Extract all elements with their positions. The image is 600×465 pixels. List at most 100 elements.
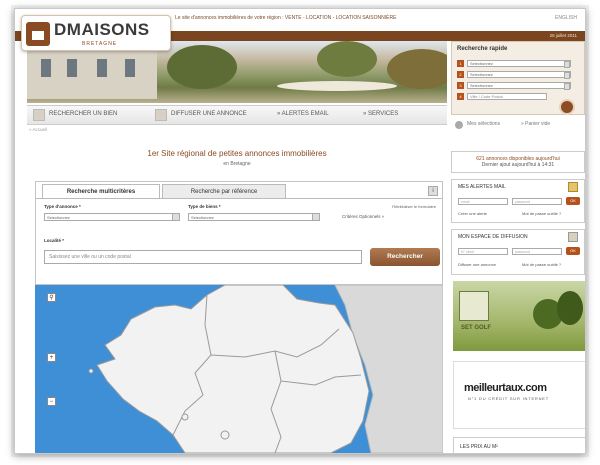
- meilleurtaux-logo-text: meilleurtaux.com: [464, 382, 547, 394]
- search-house-icon: [33, 109, 45, 121]
- region-map[interactable]: ⚲ + −: [35, 285, 443, 453]
- quick-search-row: 4 Ville / Code Postal: [457, 93, 579, 100]
- breadcrumb[interactable]: » Accueil: [29, 127, 47, 132]
- tab-multicriteres[interactable]: Recherche multicritères: [42, 184, 160, 198]
- meilleurtaux-ad[interactable]: meilleurtaux.com N°1 DU CRÉDIT SUR INTER…: [453, 361, 585, 429]
- browser-frame: Le site d'annonces immobilières de votre…: [14, 8, 586, 454]
- info-icon[interactable]: i: [428, 186, 438, 196]
- star-icon: [455, 121, 463, 129]
- nav-services[interactable]: » SERVICES: [363, 111, 398, 117]
- island: [220, 430, 230, 440]
- forgot-password-link[interactable]: Mot de passe oublié ?: [522, 262, 561, 267]
- alert-password-input[interactable]: password: [512, 198, 562, 205]
- quick-search-select[interactable]: Selectionnez: [467, 60, 571, 68]
- step-number: 3: [457, 82, 464, 89]
- quick-search-select[interactable]: Selectionnez: [467, 71, 571, 79]
- diffusion-space-box: Mon espace de diffusion N° client passwo…: [451, 229, 585, 275]
- label-type-bien: Type de biens *: [188, 204, 221, 209]
- language-link[interactable]: ENGLISH: [555, 15, 577, 21]
- email-alerts-box: Mes alertes mail email password OK Créer…: [451, 179, 585, 223]
- golf-ad-banner[interactable]: SET GOLF: [453, 281, 585, 351]
- create-alert-link[interactable]: Créer une alerte: [458, 211, 487, 216]
- last-update: Dernier ajout aujourd'hui à 14:31: [481, 162, 555, 168]
- tab-divider: [36, 198, 442, 199]
- site-logo[interactable]: DMAISONS BRETAGNE: [21, 15, 171, 51]
- quick-search-row: 2 Selectionnez: [457, 71, 579, 79]
- banner-tree: [167, 45, 237, 89]
- alerts-title: Mes alertes mail: [458, 184, 506, 190]
- site-tagline: Le site d'annonces immobilières de votre…: [175, 15, 397, 21]
- megaphone-icon: [155, 109, 167, 121]
- type-bien-select[interactable]: Selectionnez: [188, 213, 320, 221]
- quick-search-go-button[interactable]: [559, 99, 575, 115]
- select-value: Selectionnez: [470, 72, 493, 77]
- type-annonce-select[interactable]: Selectionnez: [44, 213, 180, 221]
- mes-selections-link[interactable]: Mes sélections: [467, 121, 500, 127]
- step-number: 2: [457, 71, 464, 78]
- island: [88, 368, 94, 374]
- label-localite: Localité *: [44, 238, 65, 243]
- client-number-input[interactable]: N° client: [458, 248, 508, 255]
- diffusion-password-input[interactable]: password: [512, 248, 562, 255]
- quick-search-row: 3 Selectionnez: [457, 82, 579, 90]
- quick-search-row: 1 Selectionnez: [457, 60, 579, 68]
- step-number: 1: [457, 60, 464, 67]
- mail-icon: [568, 182, 578, 192]
- select-value: Selectionnez: [191, 215, 214, 220]
- reset-form-link[interactable]: Réinitialiser le formulaire: [392, 204, 436, 209]
- alert-ok-button[interactable]: OK: [566, 197, 580, 205]
- localite-input[interactable]: Saisissez une ville ou un code postal: [44, 250, 362, 264]
- select-value: Selectionnez: [47, 215, 70, 220]
- forgot-password-link[interactable]: Mot de passe oublié ?: [522, 211, 561, 216]
- search-button[interactable]: Rechercher: [370, 248, 440, 266]
- nav-diffuser[interactable]: DIFFUSER UNE ANNONCE: [171, 111, 247, 117]
- main-nav: RECHERCHER UN BIEN DIFFUSER UNE ANNONCE …: [27, 105, 447, 125]
- city-postal-input[interactable]: Ville / Code Postal: [467, 93, 547, 100]
- ad-tree: [557, 291, 583, 325]
- price-per-m2-title: LES PRIX AU M²: [460, 444, 498, 450]
- chevron-down-icon: [564, 72, 570, 79]
- diffuse-ad-link[interactable]: Diffuser une annonce: [458, 262, 496, 267]
- edit-icon: [568, 232, 578, 242]
- banner-tree: [387, 49, 447, 89]
- step-number: 4: [457, 93, 464, 100]
- quick-search-title: Recherche rapide: [457, 46, 508, 52]
- banner-window: [97, 59, 107, 77]
- alert-email-input[interactable]: email: [458, 198, 508, 205]
- chevron-down-icon: [312, 214, 319, 220]
- logo-name: DMAISONS: [54, 20, 150, 39]
- zoom-out-icon[interactable]: −: [47, 397, 56, 406]
- brittany-map-svg: [35, 285, 443, 453]
- current-date: 26 juillet 2011: [549, 33, 577, 38]
- select-value: Selectionnez: [470, 61, 493, 66]
- island: [181, 413, 189, 421]
- panier-link[interactable]: » Panier vide: [521, 121, 550, 127]
- zoom-in-icon[interactable]: +: [47, 353, 56, 362]
- chevron-down-icon: [564, 83, 570, 90]
- quick-search-select[interactable]: Selectionnez: [467, 82, 571, 90]
- price-per-m2-box: LES PRIX AU M²: [453, 437, 585, 453]
- nav-alertes[interactable]: » ALERTES EMAIL: [277, 111, 329, 117]
- diffusion-ok-button[interactable]: OK: [566, 247, 580, 255]
- golf-ad-text: SET GOLF: [461, 325, 491, 331]
- meilleurtaux-tagline: N°1 DU CRÉDIT SUR INTERNET: [468, 396, 549, 401]
- nav-rechercher[interactable]: RECHERCHER UN BIEN: [49, 111, 117, 117]
- banner-table: [277, 81, 397, 91]
- banner-tree: [317, 41, 377, 77]
- logo-subtitle: BRETAGNE: [82, 41, 118, 47]
- optional-criteria-link[interactable]: Critères Optionnels »: [342, 214, 384, 219]
- banner-window: [67, 59, 77, 77]
- selection-links: Mes sélections » Panier vide: [451, 119, 585, 131]
- diffusion-title: Mon espace de diffusion: [458, 234, 528, 240]
- search-panel: Recherche multicritères Recherche par ré…: [35, 181, 443, 285]
- banner-window: [41, 59, 51, 77]
- chevron-down-icon: [172, 214, 179, 220]
- label-type-annonce: Type d'annonce *: [44, 204, 81, 209]
- listings-count-box: 621 annonces disponibles aujourd'hui Der…: [451, 151, 585, 173]
- house-icon: [26, 22, 50, 46]
- map-pan-icon[interactable]: ⚲: [47, 293, 56, 302]
- banner-window: [125, 59, 135, 77]
- golf-logo: [459, 291, 489, 321]
- tab-reference[interactable]: Recherche par référence: [162, 184, 286, 198]
- select-value: Selectionnez: [470, 83, 493, 88]
